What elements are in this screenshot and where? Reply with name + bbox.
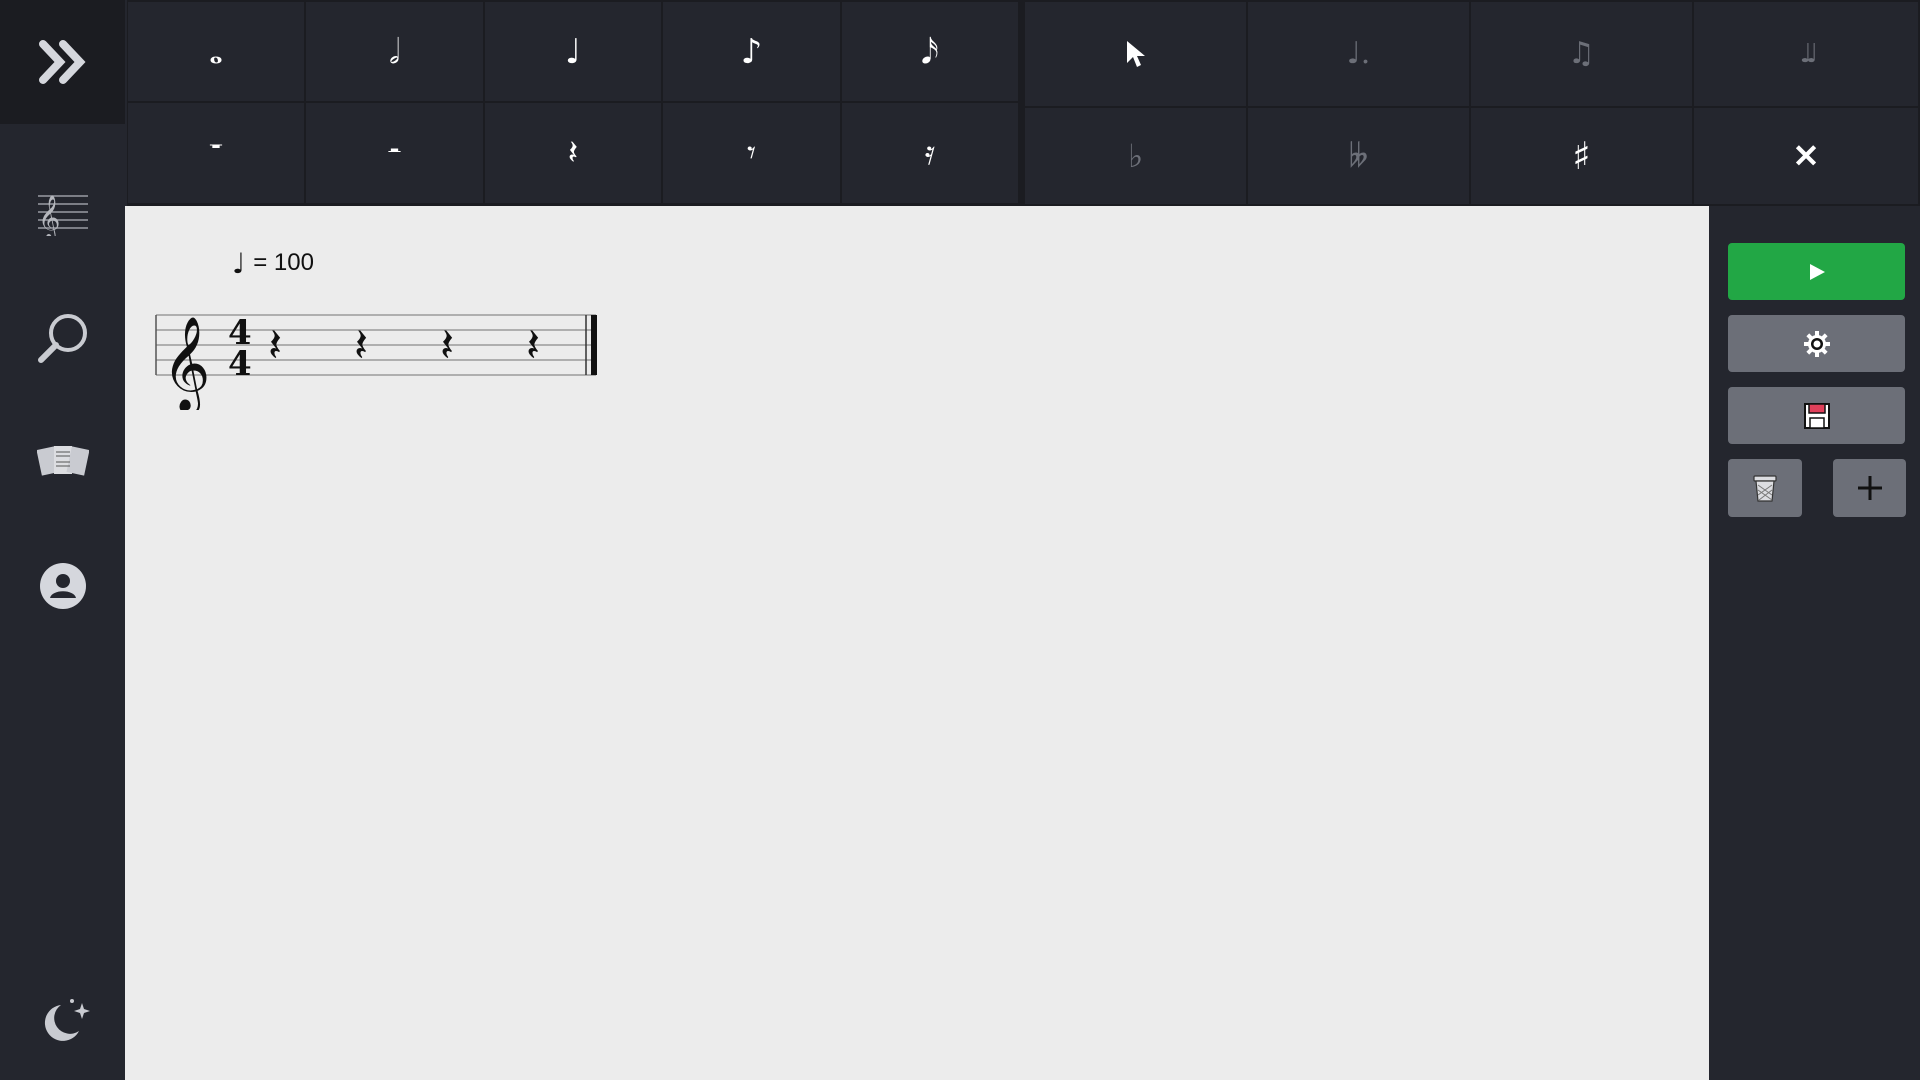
settings-button[interactable]: [1728, 315, 1905, 372]
save-button[interactable]: [1728, 387, 1905, 444]
select-cursor-icon: [1126, 41, 1145, 67]
half-rest-button[interactable]: 𝄼: [306, 103, 483, 203]
sixteenth-rest-button[interactable]: 𝄿: [842, 103, 1018, 203]
double-flat-icon: 𝄫: [1348, 137, 1369, 175]
plus-icon: [1857, 476, 1882, 500]
dotted-note-icon: ♩.: [1346, 36, 1371, 71]
whole-rest-icon: 𝄻: [209, 133, 223, 173]
add-button[interactable]: [1833, 459, 1906, 517]
quarter-rest[interactable]: 𝄽: [354, 318, 368, 372]
gear-icon: [1803, 330, 1830, 357]
quarter-rest[interactable]: 𝄽: [526, 318, 540, 372]
quarter-rest-button[interactable]: 𝄽: [485, 103, 661, 203]
sixteenth-note-button[interactable]: 𝅘𝅥𝅯: [842, 2, 1018, 101]
flat-button[interactable]: ♭: [1025, 108, 1246, 204]
expand-sidebar-button[interactable]: [0, 0, 125, 124]
eighth-note-button[interactable]: ♪: [663, 2, 840, 101]
sixteenth-rest-icon: 𝄿: [924, 133, 936, 173]
score-editor-button[interactable]: 𝄞: [0, 162, 125, 262]
dotted-note-button[interactable]: ♩.: [1248, 2, 1469, 106]
flat-icon: ♭: [1127, 137, 1144, 175]
note-palette: 𝅝 𝅗𝅥 ♩ ♪ 𝅘𝅥𝅯 𝄻 𝄼 𝄽 𝄾 𝄿 ♩. ♫ ♩♩ ♭ 𝄫 ♯ ✕: [127, 0, 1920, 206]
quarter-rest-icon: 𝄽: [567, 133, 579, 173]
select-tool-button[interactable]: [1025, 2, 1246, 106]
treble-clef: 𝄞: [162, 316, 210, 410]
time-signature-bottom: 4: [228, 344, 252, 384]
sixteenth-note-icon: 𝅘𝅥𝅯: [921, 31, 939, 72]
theme-toggle-button[interactable]: [0, 972, 125, 1072]
tie-button[interactable]: ♩♩: [1694, 2, 1918, 106]
svg-text:𝄞: 𝄞: [38, 195, 60, 236]
eighth-rest-button[interactable]: 𝄾: [663, 103, 840, 203]
quarter-note-button[interactable]: ♩: [485, 2, 661, 101]
user-avatar-icon: [39, 563, 86, 609]
tempo-marking[interactable]: ♩ = 100: [232, 245, 314, 281]
search-icon: [37, 314, 87, 363]
double-flat-button[interactable]: 𝄫: [1248, 108, 1469, 204]
eighth-rest-icon: 𝄾: [746, 133, 757, 173]
quarter-rest[interactable]: 𝄽: [440, 318, 454, 372]
sharp-button[interactable]: ♯: [1471, 108, 1692, 204]
half-rest-icon: 𝄼: [388, 133, 401, 173]
end-barline-thick: [591, 315, 597, 375]
trash-icon: [1753, 475, 1777, 502]
account-button[interactable]: [0, 536, 125, 636]
eighth-note-icon: ♪: [740, 31, 763, 72]
double-chevron-right-icon: [38, 40, 86, 84]
search-button[interactable]: [0, 288, 125, 388]
whole-note-icon: 𝅝: [209, 31, 223, 72]
tempo-value: = 100: [253, 249, 314, 276]
sheet-library-button[interactable]: [0, 412, 125, 512]
whole-rest-button[interactable]: 𝄻: [128, 103, 304, 203]
play-icon: [1809, 263, 1825, 280]
sidebar: 𝄞: [0, 0, 125, 1080]
control-panel: [1711, 206, 1920, 1080]
tempo-note-icon: ♩: [232, 246, 246, 280]
sheet-music-pages-icon: [36, 446, 89, 476]
staff[interactable]: 𝄞 4 4 𝄽 𝄽 𝄽 𝄽: [150, 295, 610, 410]
natural-close-icon: ✕: [1792, 137, 1820, 175]
delete-button[interactable]: [1728, 459, 1802, 517]
half-note-icon: 𝅗𝅥: [389, 31, 400, 72]
natural-button[interactable]: ✕: [1694, 108, 1918, 204]
triplet-icon: ♫: [1568, 36, 1595, 71]
staff-treble-clef-icon: 𝄞: [37, 195, 88, 236]
tie-icon: ♩♩: [1799, 39, 1818, 69]
triplet-button[interactable]: ♫: [1471, 2, 1692, 106]
sharp-icon: ♯: [1572, 133, 1591, 178]
floppy-disk-icon: [1803, 402, 1830, 429]
play-button[interactable]: [1728, 243, 1905, 300]
half-note-button[interactable]: 𝅗𝅥: [306, 2, 483, 101]
quarter-rest[interactable]: 𝄽: [268, 318, 282, 372]
quarter-note-icon: ♩: [564, 31, 582, 72]
moon-stars-icon: [44, 999, 90, 1041]
whole-note-button[interactable]: 𝅝: [128, 2, 304, 101]
